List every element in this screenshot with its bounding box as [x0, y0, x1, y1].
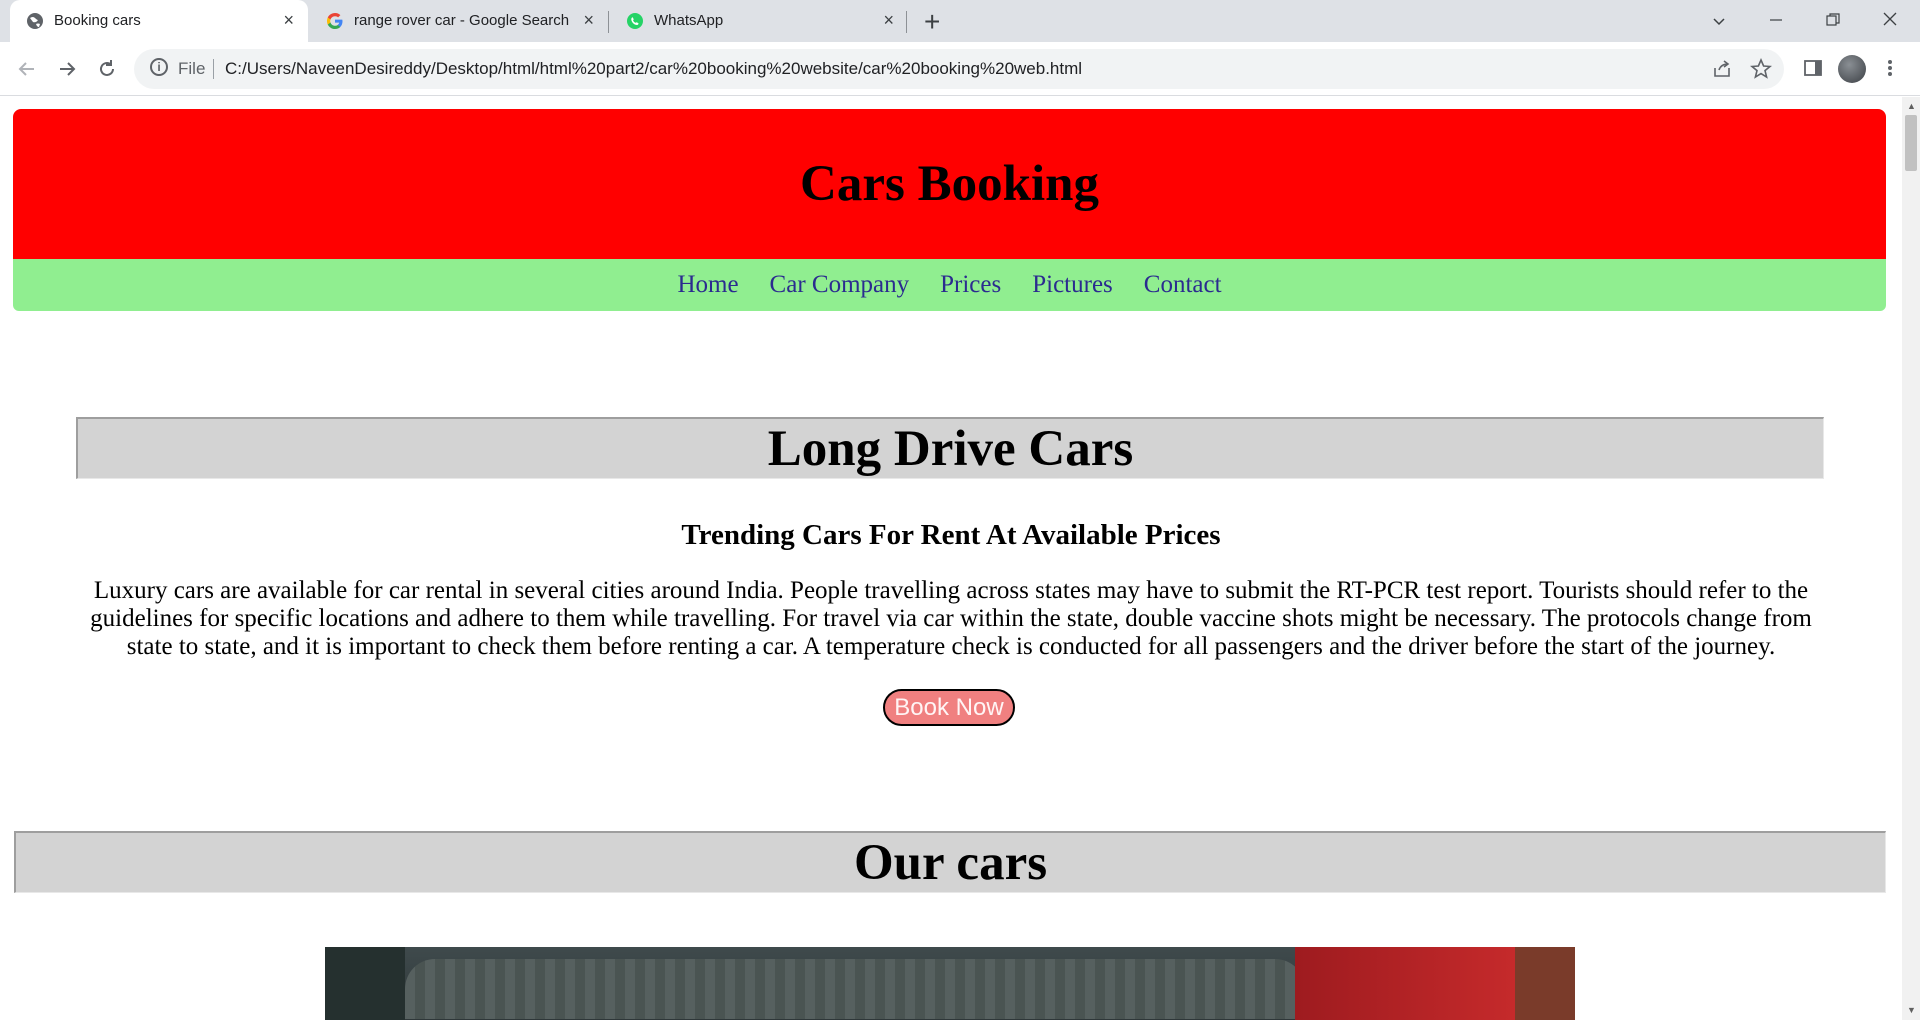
- section-heading: Long Drive Cars: [767, 420, 1134, 477]
- tab-search-chevron-icon[interactable]: [1711, 13, 1727, 29]
- car-image-shadow: [325, 947, 405, 1020]
- whatsapp-icon: [627, 13, 643, 29]
- book-now-button[interactable]: Book Now: [883, 689, 1015, 726]
- forward-arrow-icon[interactable]: [56, 58, 78, 80]
- scroll-down-arrow-icon[interactable]: ▼: [1907, 1005, 1916, 1015]
- tab-separator: [906, 11, 907, 33]
- tab-title: WhatsApp: [654, 12, 724, 29]
- tab-title: range rover car - Google Search: [354, 12, 570, 29]
- side-panel-icon[interactable]: [1803, 58, 1823, 78]
- section-heading: Our cars: [853, 834, 1048, 891]
- address-divider: [213, 59, 214, 79]
- nav-link-home[interactable]: Home: [677, 271, 738, 299]
- our-cars-heading-box: Our cars: [14, 831, 1886, 893]
- page-scrollbar[interactable]: ▲ ▼: [1902, 97, 1920, 1020]
- scroll-up-arrow-icon[interactable]: ▲: [1907, 101, 1916, 111]
- trending-subheading: Trending Cars For Rent At Available Pric…: [681, 519, 1221, 551]
- close-tab-icon[interactable]: ×: [283, 10, 294, 31]
- site-nav: Home Car Company Prices Pictures Contact: [13, 259, 1886, 311]
- intro-paragraph: Luxury cars are available for car rental…: [90, 577, 1812, 660]
- file-scheme-label: File: [178, 59, 206, 78]
- car-image-edge: [1515, 947, 1575, 1020]
- site-title: Cars Booking: [800, 156, 1099, 212]
- tab-title: Booking cars: [54, 12, 141, 29]
- close-window-icon[interactable]: [1882, 11, 1898, 27]
- nav-link-car-company[interactable]: Car Company: [770, 271, 910, 299]
- site-info-icon[interactable]: i: [150, 58, 168, 76]
- scrollbar-thumb[interactable]: [1905, 115, 1917, 171]
- browser-toolbar: i File C:/Users/NaveenDesireddy/Desktop/…: [0, 42, 1920, 96]
- car-image-red-panel: [1295, 947, 1515, 1020]
- tab-whatsapp[interactable]: WhatsApp ×: [610, 0, 908, 42]
- car-image-roof: [405, 959, 1305, 1019]
- url-text[interactable]: C:/Users/NaveenDesireddy/Desktop/html/ht…: [225, 59, 1082, 79]
- back-arrow-icon[interactable]: [16, 58, 38, 80]
- profile-avatar[interactable]: [1838, 55, 1866, 83]
- more-menu-icon[interactable]: [1886, 58, 1894, 78]
- close-tab-icon[interactable]: ×: [583, 10, 594, 31]
- address-bar[interactable]: i File C:/Users/NaveenDesireddy/Desktop/…: [134, 49, 1784, 89]
- tab-separator: [608, 11, 609, 33]
- car-image: [325, 947, 1575, 1020]
- page-viewport: Cars Booking Home Car Company Prices Pic…: [0, 97, 1902, 1020]
- share-icon[interactable]: [1712, 59, 1732, 79]
- close-tab-icon[interactable]: ×: [883, 10, 894, 31]
- nav-link-pictures[interactable]: Pictures: [1032, 271, 1113, 299]
- tab-google-search[interactable]: range rover car - Google Search ×: [310, 0, 608, 42]
- reload-icon[interactable]: [96, 58, 118, 80]
- bookmark-star-icon[interactable]: [1750, 58, 1772, 80]
- nav-link-contact[interactable]: Contact: [1144, 271, 1222, 299]
- new-tab-button[interactable]: +: [924, 6, 940, 38]
- site-header: Cars Booking: [13, 109, 1886, 259]
- globe-icon: [27, 13, 43, 29]
- tab-booking-cars[interactable]: Booking cars ×: [10, 0, 308, 42]
- nav-link-prices[interactable]: Prices: [940, 271, 1001, 299]
- google-icon: [327, 13, 343, 29]
- tab-strip: Booking cars × range rover car - Google …: [0, 0, 1920, 42]
- long-drive-heading-box: Long Drive Cars: [76, 417, 1824, 479]
- restore-icon[interactable]: [1825, 12, 1841, 28]
- minimize-icon[interactable]: [1768, 12, 1784, 28]
